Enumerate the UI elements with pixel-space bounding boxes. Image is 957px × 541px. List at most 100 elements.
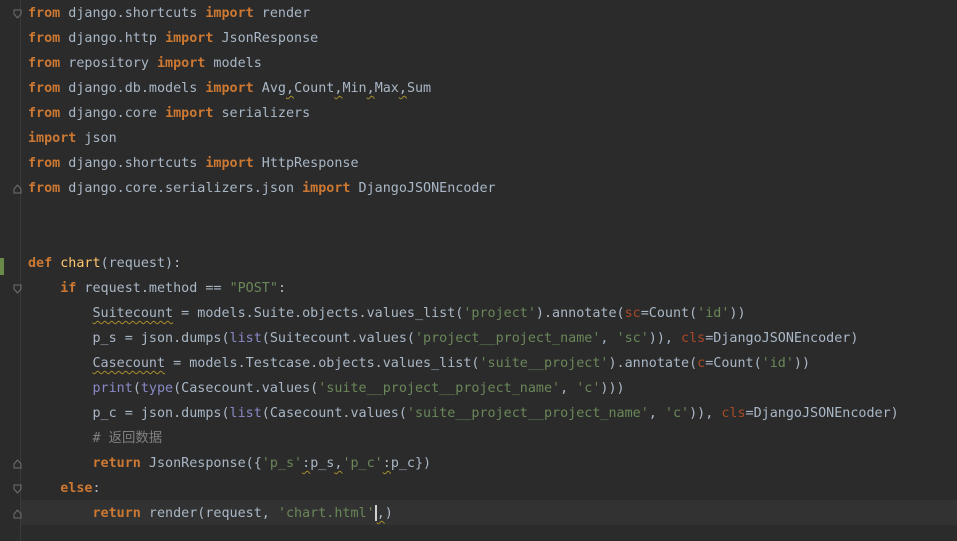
- code-token: 'p_c': [342, 456, 383, 471]
- code-line[interactable]: from repository import models: [28, 51, 262, 76]
- code-token: Suitecount: [92, 306, 174, 321]
- code-token: p_s = json.dumps(: [28, 331, 230, 346]
- code-line[interactable]: from django.http import JsonResponse: [28, 26, 318, 51]
- code-token: json: [76, 131, 117, 146]
- code-token: (: [132, 381, 141, 396]
- code-editor[interactable]: from django.shortcuts import render from …: [0, 0, 957, 541]
- code-token: serializers: [213, 106, 311, 121]
- code-token: import: [157, 56, 206, 71]
- code-token: "POST": [229, 281, 278, 296]
- code-token: )): [729, 306, 746, 321]
- code-token: = models.Testcase.objects.values_list(: [165, 356, 480, 371]
- code-token: Max: [374, 81, 399, 96]
- code-token: (Casecount.values(: [173, 381, 319, 396]
- code-token: django.shortcuts: [60, 156, 206, 171]
- code-line[interactable]: def chart(request):: [28, 251, 181, 276]
- fold-close-icon[interactable]: [13, 459, 22, 469]
- code-token: 'id': [697, 306, 730, 321]
- code-token: list: [229, 331, 262, 346]
- code-token: ,: [600, 331, 617, 346]
- code-token: Casecount: [92, 356, 166, 371]
- code-token: (Suitecount.values(: [261, 331, 415, 346]
- code-token: import: [205, 81, 254, 96]
- code-token: return: [92, 456, 141, 471]
- code-line[interactable]: Suitecount = models.Suite.objects.values…: [28, 301, 746, 326]
- code-line[interactable]: from django.shortcuts import HttpRespons…: [28, 151, 359, 176]
- code-line[interactable]: from django.db.models import Avg,Count,M…: [28, 76, 431, 101]
- code-line[interactable]: from django.core.serializers.json import…: [28, 176, 496, 201]
- code-token: django.core: [60, 106, 166, 121]
- code-token: p_c}): [390, 456, 432, 471]
- code-line[interactable]: from django.shortcuts import render: [28, 1, 310, 26]
- code-line[interactable]: return JsonResponse({'p_s':p_s,'p_c':p_c…: [28, 451, 432, 476]
- code-line[interactable]: if request.method == "POST":: [28, 276, 286, 301]
- code-line[interactable]: print(type(Casecount.values('suite__proj…: [28, 376, 625, 401]
- code-token: import: [302, 181, 351, 196]
- code-token: ).annotate(: [535, 306, 625, 321]
- code-token: JsonResponse({: [140, 456, 262, 471]
- code-token: ,: [398, 81, 407, 96]
- fold-open-icon[interactable]: [13, 9, 22, 19]
- code-token: :: [382, 456, 391, 471]
- code-token: 'c': [664, 406, 690, 421]
- code-token: cls: [721, 406, 746, 421]
- fold-open-icon[interactable]: [13, 484, 22, 494]
- code-line[interactable]: import json: [28, 126, 117, 151]
- code-token: Avg: [253, 81, 286, 96]
- code-token: return: [92, 506, 141, 521]
- fold-close-icon[interactable]: [13, 184, 22, 194]
- code-token: DjangoJSONEncoder: [350, 181, 496, 196]
- code-token: p_c = json.dumps(: [28, 406, 230, 421]
- code-line[interactable]: p_c = json.dumps(list(Casecount.values('…: [28, 401, 899, 426]
- code-token: :: [302, 456, 311, 471]
- code-token: 'suite__project': [479, 356, 609, 371]
- code-token: django.http: [60, 31, 166, 46]
- code-line[interactable]: # 返回数据: [28, 426, 163, 451]
- code-token: 'chart.html': [277, 506, 375, 521]
- code-line[interactable]: from django.core import serializers: [28, 101, 310, 126]
- vcs-change-marker: [0, 258, 4, 275]
- code-token: )): [793, 356, 811, 371]
- code-token: JsonResponse: [213, 31, 319, 46]
- code-token: =Count(: [640, 306, 698, 321]
- code-token: # 返回数据: [92, 431, 163, 446]
- code-token: ): [384, 506, 393, 521]
- code-line[interactable]: p_s = json.dumps(list(Suitecount.values(…: [28, 326, 858, 351]
- code-token: =Count(: [705, 356, 762, 371]
- fold-open-icon[interactable]: [13, 284, 22, 294]
- code-token: from: [28, 56, 61, 71]
- code-token: import: [28, 131, 77, 146]
- code-token: 'project': [463, 306, 536, 321]
- code-token: sc: [624, 306, 641, 321]
- code-token: type: [140, 381, 174, 396]
- code-token: 'id': [761, 356, 794, 371]
- code-line[interactable]: Casecount = models.Testcase.objects.valu…: [28, 351, 811, 376]
- code-token: = models.Suite.objects.values_list(: [173, 306, 464, 321]
- code-line[interactable]: return render(request, 'chart.html',): [28, 501, 393, 526]
- code-token: else: [60, 481, 93, 496]
- code-token: render: [253, 6, 311, 21]
- fold-close-icon[interactable]: [13, 509, 22, 519]
- code-token: ,: [376, 506, 385, 521]
- code-token: ,: [366, 81, 375, 96]
- code-token: cls: [681, 331, 706, 346]
- code-token: print: [92, 381, 133, 396]
- code-token: 'c': [576, 381, 601, 396]
- code-token: 'sc': [616, 331, 649, 346]
- code-line[interactable]: else:: [28, 476, 101, 501]
- code-token: repository: [60, 56, 157, 71]
- code-token: =DjangoJSONEncoder): [745, 406, 899, 421]
- code-token: django.shortcuts: [60, 6, 206, 21]
- code-token: :: [92, 481, 101, 496]
- code-token: models: [205, 56, 262, 71]
- code-token: =DjangoJSONEncoder): [705, 331, 859, 346]
- code-token: import: [165, 106, 214, 121]
- code-token: HttpResponse: [253, 156, 359, 171]
- code-token: django.db.models: [60, 81, 206, 96]
